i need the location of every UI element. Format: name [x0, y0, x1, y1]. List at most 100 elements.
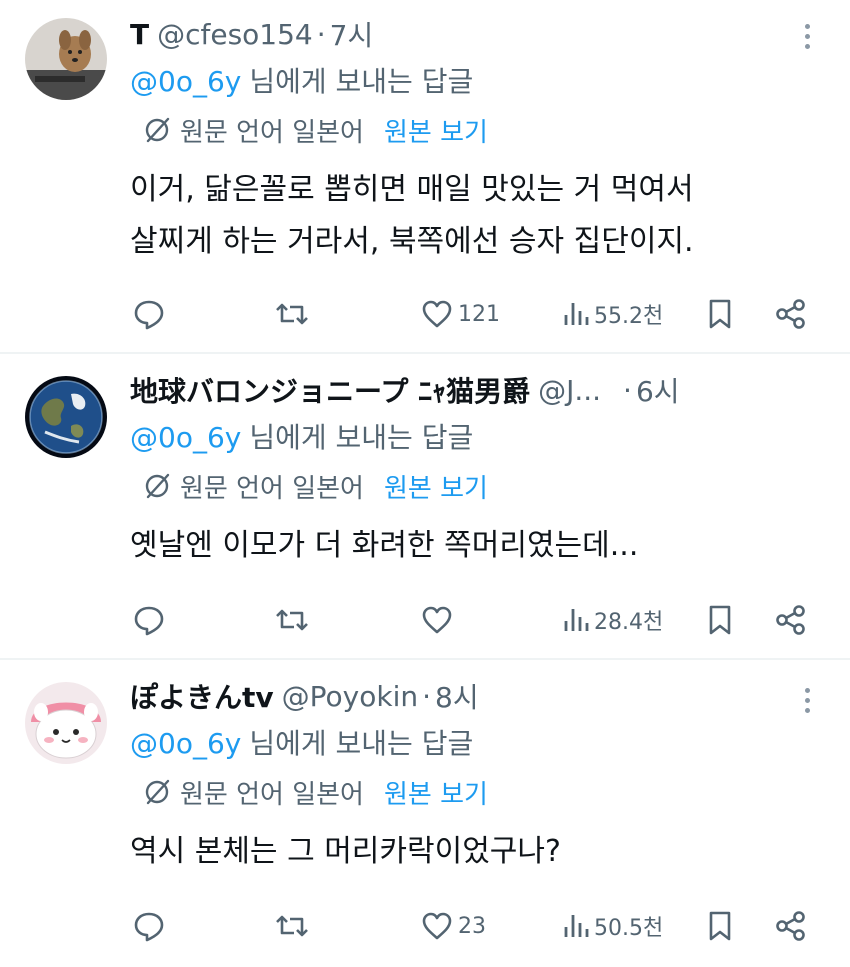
tweet-text-line: 살찌게 하는 거라서, 북쪽에선 승자 집단이지.: [130, 224, 694, 259]
tweet[interactable]: ぽよきんtv @Poyokin · 8시 @0o_6y 님에게 보내는 답글 원문…: [0, 676, 850, 966]
retweet-button[interactable]: [274, 600, 310, 640]
reply-context: @0o_6y 님에게 보내는 답글: [130, 416, 473, 456]
tweet-text-line: 역시 본체는 그 머리카락이었구나?: [130, 834, 561, 869]
tweet-header: ぽよきんtv @Poyokin · 8시: [130, 676, 479, 716]
original-language-label: 원문 언어 일본어: [180, 779, 364, 810]
show-original-link[interactable]: 원본 보기: [384, 112, 488, 149]
bookmark-icon: [709, 299, 731, 329]
timestamp[interactable]: 6시: [636, 370, 680, 410]
translate-slash-icon: [145, 117, 170, 143]
like-count: 121: [458, 301, 500, 327]
original-language-label: 원문 언어 일본어: [180, 473, 364, 504]
translation-bar: 원문 언어 일본어 원본 보기: [142, 112, 488, 148]
share-icon: [776, 605, 805, 635]
separator-dot: ·: [422, 679, 432, 713]
share-icon: [776, 911, 805, 941]
like-count: 23: [458, 913, 486, 939]
reply-context-text: 님에게 보내는 답글: [249, 421, 474, 454]
like-button[interactable]: [420, 600, 458, 640]
reply-context-text: 님에게 보내는 답글: [249, 65, 474, 98]
comment-bubble-icon: [134, 606, 164, 636]
comment-bubble-icon: [134, 912, 164, 942]
tweet[interactable]: 地球バロンジョニープ ﾆｬ猫男爵 @J... · 6시 @0o_6y 님에게 보내…: [0, 370, 850, 660]
tweet-text: 이거, 닮은꼴로 뽑히면 매일 맛있는 거 먹여서 살찌게 하는 거라서, 북쪽…: [130, 164, 694, 268]
heart-icon: [422, 606, 452, 634]
views-button[interactable]: 50.5천: [562, 906, 663, 946]
retweet-button[interactable]: [274, 294, 310, 334]
more-icon[interactable]: [795, 682, 819, 718]
cartoon-character-avatar: [25, 682, 107, 764]
translate-slash-icon: [145, 473, 170, 499]
action-bar: 121 55.2천: [0, 294, 850, 334]
translation-bar: 원문 언어 일본어 원본 보기: [142, 468, 488, 504]
reply-button[interactable]: [132, 906, 166, 946]
bookmark-icon: [709, 911, 731, 941]
separator-dot: ·: [623, 373, 632, 407]
reply-button[interactable]: [132, 294, 166, 334]
tweet-header: T @cfeso154 · 7시: [130, 14, 373, 54]
view-count: 55.2천: [594, 304, 664, 329]
action-bar: 28.4천: [0, 600, 850, 640]
earth-globe-avatar: [25, 376, 107, 458]
display-name[interactable]: T: [130, 18, 149, 51]
comment-bubble-icon: [134, 300, 164, 330]
bookmark-button[interactable]: [706, 906, 734, 946]
timestamp[interactable]: 8시: [435, 676, 479, 716]
avatar[interactable]: [25, 682, 107, 764]
tweet-text-line: 이거, 닮은꼴로 뽑히면 매일 맛있는 거 먹여서: [130, 172, 694, 207]
tweet-text: 옛날엔 이모가 더 화려한 쪽머리였는데...: [130, 520, 638, 572]
reply-context: @0o_6y 님에게 보내는 답글: [130, 60, 473, 100]
heart-icon: [422, 912, 452, 940]
view-count: 50.5천: [594, 916, 664, 941]
reply-mention-link[interactable]: @0o_6y: [130, 727, 241, 760]
like-button[interactable]: 121: [420, 294, 500, 334]
bookmark-button[interactable]: [706, 600, 734, 640]
view-count: 28.4천: [594, 610, 664, 635]
show-original-link[interactable]: 원본 보기: [384, 468, 488, 505]
dog-photo-avatar: [25, 18, 107, 100]
more-icon[interactable]: [795, 18, 819, 54]
tweet[interactable]: T @cfeso154 · 7시 @0o_6y 님에게 보내는 답글 원문 언어 …: [0, 14, 850, 344]
retweet-icon: [276, 915, 308, 937]
tweet-text: 역시 본체는 그 머리카락이었구나?: [130, 826, 561, 878]
bar-chart-icon: [564, 609, 589, 631]
views-button[interactable]: 28.4천: [562, 600, 663, 640]
reply-context: @0o_6y 님에게 보내는 답글: [130, 722, 473, 762]
display-name[interactable]: ぽよきんtv: [130, 676, 274, 716]
retweet-icon: [276, 303, 308, 325]
views-button[interactable]: 55.2천: [562, 294, 663, 334]
bar-chart-icon: [564, 303, 589, 325]
share-button[interactable]: [774, 600, 808, 640]
reply-button[interactable]: [132, 600, 166, 640]
tweet-divider: [0, 658, 850, 660]
retweet-button[interactable]: [274, 906, 310, 946]
tweet-header: 地球バロンジョニープ ﾆｬ猫男爵 @J... · 6시: [130, 370, 680, 410]
tweet-divider: [0, 352, 850, 354]
bookmark-icon: [709, 605, 731, 635]
show-original-link[interactable]: 원본 보기: [384, 774, 488, 811]
share-button[interactable]: [774, 906, 808, 946]
tweet-text-line: 옛날엔 이모가 더 화려한 쪽머리였는데...: [130, 528, 639, 563]
reply-context-text: 님에게 보내는 답글: [249, 727, 474, 760]
reply-mention-link[interactable]: @0o_6y: [130, 65, 241, 98]
heart-icon: [422, 300, 452, 328]
separator-dot: ·: [316, 17, 326, 51]
reply-mention-link[interactable]: @0o_6y: [130, 421, 241, 454]
user-handle[interactable]: @cfeso154: [157, 18, 313, 51]
share-button[interactable]: [774, 294, 808, 334]
like-button[interactable]: 23: [420, 906, 486, 946]
share-icon: [776, 299, 805, 329]
original-language-label: 원문 언어 일본어: [180, 117, 364, 148]
avatar[interactable]: [25, 376, 107, 458]
translate-slash-icon: [145, 779, 170, 805]
display-name[interactable]: 地球バロンジョニープ ﾆｬ猫男爵: [130, 370, 530, 410]
timestamp[interactable]: 7시: [330, 14, 374, 54]
retweet-icon: [276, 609, 308, 631]
bar-chart-icon: [564, 915, 589, 937]
avatar[interactable]: [25, 18, 107, 100]
translation-bar: 원문 언어 일본어 원본 보기: [142, 774, 488, 810]
action-bar: 23 50.5천: [0, 906, 850, 946]
user-handle[interactable]: @Poyokin: [282, 680, 418, 713]
bookmark-button[interactable]: [706, 294, 734, 334]
user-handle[interactable]: @J...: [538, 374, 601, 407]
